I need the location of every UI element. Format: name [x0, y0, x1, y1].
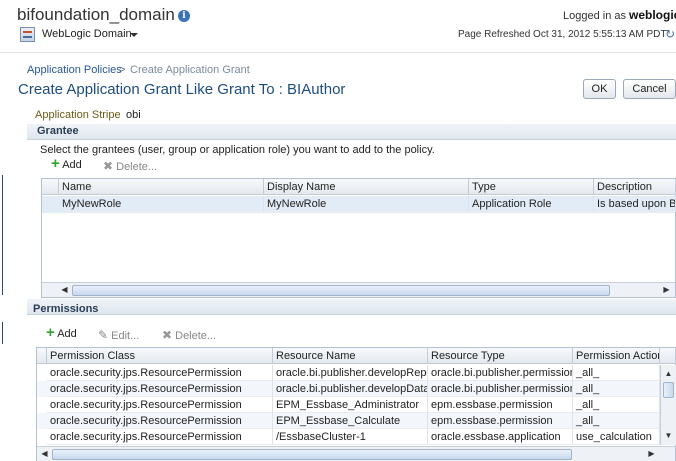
permissions-vscroll-thumb[interactable]: [663, 382, 674, 398]
plus-icon: +: [46, 324, 55, 341]
permissions-col-resource-type[interactable]: Resource Type: [428, 348, 573, 364]
grantee-add-label: Add: [62, 159, 82, 171]
scroll-left-icon[interactable]: ◀: [58, 283, 71, 296]
permission-class-cell: oracle.security.jps.ResourcePermission: [47, 429, 273, 445]
scroll-right-icon[interactable]: ▶: [645, 447, 658, 460]
grantee-section-title: Grantee: [37, 125, 79, 137]
table-row[interactable]: oracle.security.jps.ResourcePermission /…: [37, 429, 660, 445]
grantee-table: Name Display Name Type Description MyNew…: [41, 178, 676, 298]
permissions-scroll-thumb[interactable]: [52, 449, 572, 460]
table-row[interactable]: oracle.security.jps.ResourcePermission E…: [37, 413, 660, 429]
grantee-horizontal-scrollbar[interactable]: ◀ ▶: [42, 282, 675, 297]
permission-class-cell: oracle.security.jps.ResourcePermission: [47, 397, 273, 413]
table-row[interactable]: MyNewRole MyNewRole Application Role Is …: [42, 196, 676, 213]
grantee-col-description[interactable]: Description: [594, 179, 676, 195]
grantee-col-name[interactable]: Name: [59, 179, 264, 195]
resource-type-cell: oracle.bi.publisher.permission: [428, 365, 573, 381]
info-icon[interactable]: i: [178, 10, 190, 22]
scroll-down-icon[interactable]: ▼: [662, 429, 675, 442]
application-stripe-value: obi: [126, 109, 141, 121]
grantee-cell-name: MyNewRole: [59, 196, 264, 212]
grantee-add-button[interactable]: + Add: [51, 156, 82, 171]
scroll-left-icon[interactable]: ◀: [38, 447, 51, 460]
resource-name-cell: oracle.bi.publisher.developReport: [273, 365, 428, 381]
permissions-add-label: Add: [57, 328, 77, 340]
weblogic-domain-icon: [20, 27, 35, 42]
grantee-col-type[interactable]: Type: [469, 179, 594, 195]
resource-type-cell: epm.essbase.permission: [428, 397, 573, 413]
weblogic-domain-menu[interactable]: WebLogic Domain: [42, 28, 132, 40]
permissions-horizontal-scrollbar[interactable]: ◀ ▶: [37, 446, 675, 461]
grantee-cell-type: Application Role: [469, 196, 594, 212]
resource-name-cell: EPM_Essbase_Administrator: [273, 397, 428, 413]
scroll-right-icon[interactable]: ▶: [660, 283, 673, 296]
logged-in-label: Logged in as: [563, 10, 626, 22]
page-refreshed-text: Page Refreshed Oct 31, 2012 5:55:13 AM P…: [458, 29, 667, 40]
domain-title: bifoundation_domain: [17, 5, 175, 24]
resource-type-cell: epm.essbase.permission: [428, 413, 573, 429]
grantee-scroll-thumb[interactable]: [72, 285, 610, 296]
table-row[interactable]: oracle.security.jps.ResourcePermission o…: [37, 381, 660, 397]
plus-icon: +: [51, 155, 60, 172]
resource-type-cell: oracle.essbase.application: [428, 429, 573, 445]
table-row[interactable]: oracle.security.jps.ResourcePermission o…: [37, 365, 660, 381]
permission-actions-cell: use_calculation: [573, 429, 660, 445]
grantee-cell-description: Is based upon BIAuthor: [594, 196, 676, 212]
breadcrumb-current: Create Application Grant: [130, 64, 250, 76]
permission-class-cell: oracle.security.jps.ResourcePermission: [47, 365, 273, 381]
permissions-col-class[interactable]: Permission Class: [47, 348, 273, 364]
permissions-table: Permission Class Resource Name Resource …: [36, 347, 676, 461]
permission-actions-cell: _all_: [573, 365, 660, 381]
grantee-description: Select the grantees (user, group or appl…: [40, 144, 435, 156]
grantee-cell-display-name: MyNewRole: [264, 196, 469, 212]
grantee-col-display-name[interactable]: Display Name: [264, 179, 469, 195]
grantee-delete-label: Delete...: [116, 161, 158, 173]
resource-type-cell: oracle.bi.publisher.permission: [428, 381, 573, 397]
application-stripe-label: Application Stripe: [35, 109, 121, 121]
permissions-delete-label: Delete...: [175, 330, 217, 342]
chevron-down-icon[interactable]: [130, 33, 138, 37]
permissions-edit-button[interactable]: ✎ Edit...: [98, 328, 139, 342]
permissions-edit-label: Edit...: [111, 330, 140, 342]
page-title: Create Application Grant Like Grant To :…: [18, 81, 346, 98]
scroll-up-icon[interactable]: ▲: [662, 367, 675, 380]
resource-name-cell: /EssbaseCluster-1: [273, 429, 428, 445]
permissions-col-actions[interactable]: Permission Actions: [573, 348, 660, 364]
permissions-col-spacer: [660, 348, 676, 364]
permission-class-cell: oracle.security.jps.ResourcePermission: [47, 381, 273, 397]
logged-in-status: Logged in as weblogic: [563, 8, 676, 22]
grantee-row-header-cell: [42, 179, 59, 195]
permissions-col-resource-name[interactable]: Resource Name: [273, 348, 428, 364]
grantee-section-header: [27, 124, 676, 140]
username[interactable]: weblogic: [629, 8, 676, 22]
refresh-icon[interactable]: ↻: [665, 27, 675, 41]
grantee-left-marker: [2, 175, 3, 295]
header-divider: [0, 52, 676, 53]
resource-name-cell: EPM_Essbase_Calculate: [273, 413, 428, 429]
ok-button[interactable]: OK: [583, 79, 616, 99]
permission-actions-cell: _all_: [573, 381, 660, 397]
breadcrumb-application-policies[interactable]: Application Policies: [27, 64, 122, 76]
permissions-section-title: Permissions: [33, 303, 99, 315]
permission-actions-cell: _all_: [573, 397, 660, 413]
permissions-delete-button[interactable]: ✖ Delete...: [162, 328, 216, 342]
permission-actions-cell: _all_: [573, 413, 660, 429]
x-icon: ✖: [103, 159, 114, 173]
permissions-row-header-cell: [37, 348, 47, 364]
cancel-button[interactable]: Cancel: [623, 79, 676, 99]
breadcrumb-separator: >: [119, 64, 126, 76]
permissions-left-marker: [2, 322, 3, 344]
permission-class-cell: oracle.security.jps.ResourcePermission: [47, 413, 273, 429]
table-row[interactable]: oracle.security.jps.ResourcePermission E…: [37, 397, 660, 413]
permissions-vertical-scrollbar[interactable]: ▲ ▼: [660, 365, 676, 445]
permissions-section-header: [27, 299, 676, 315]
permissions-add-button[interactable]: + Add: [46, 325, 77, 340]
resource-name-cell: oracle.bi.publisher.developDataModel: [273, 381, 428, 397]
x-icon: ✖: [162, 328, 173, 342]
pencil-icon: ✎: [98, 328, 109, 342]
grantee-delete-button[interactable]: ✖ Delete...: [103, 159, 157, 173]
